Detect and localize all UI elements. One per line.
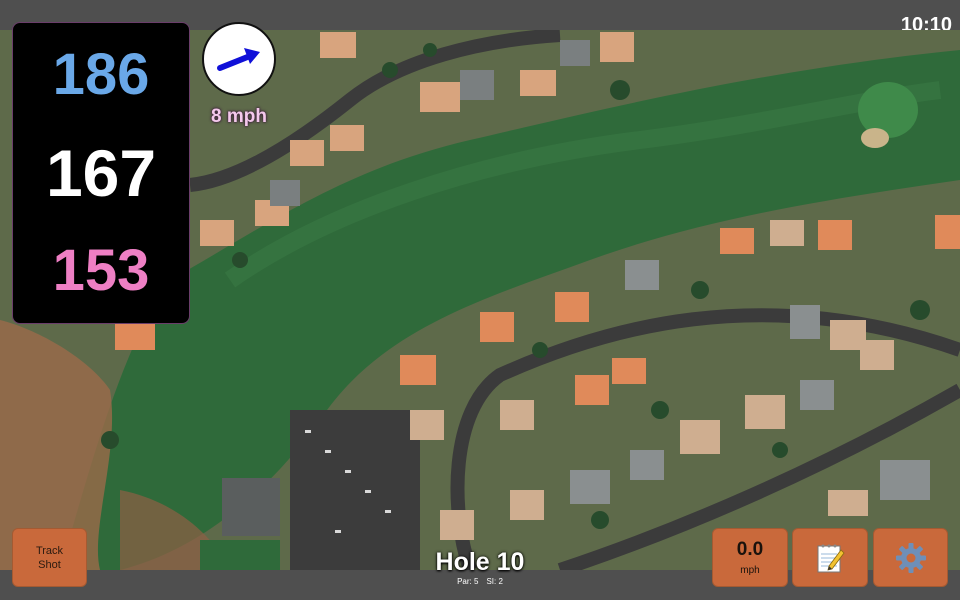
wind-speed-value: 0.0 bbox=[736, 539, 764, 560]
distance-middle-of-green: 167 bbox=[45, 136, 157, 210]
track-shot-button[interactable]: Track Shot bbox=[12, 528, 87, 587]
distance-back-of-green: 186 bbox=[52, 42, 150, 107]
wind-direction-arrow-icon bbox=[217, 48, 260, 71]
hole-stroke-index: SI: 2 bbox=[486, 577, 503, 586]
distance-panel: 186 167 153 bbox=[12, 22, 190, 324]
hole-title: Hole 10 bbox=[435, 548, 525, 576]
track-shot-label-line2: Shot bbox=[38, 558, 61, 571]
hole-details: Par: 5 SI: 2 bbox=[400, 577, 560, 586]
notes-button[interactable] bbox=[792, 528, 868, 587]
notepad-icon bbox=[817, 544, 845, 572]
track-shot-label-line1: Track bbox=[35, 544, 64, 557]
hole-par: Par: 5 bbox=[457, 577, 479, 586]
distance-front-of-green: 153 bbox=[52, 238, 150, 303]
settings-button[interactable] bbox=[873, 528, 948, 587]
gear-icon bbox=[895, 542, 926, 573]
hole-info: Hole 10 Par: 5 SI: 2 bbox=[400, 548, 560, 586]
wind-speed-label: 8 mph bbox=[211, 106, 267, 127]
wind-speed-button[interactable]: 0.0 mph bbox=[712, 528, 788, 587]
wind-direction-indicator bbox=[202, 22, 276, 96]
wind-speed-unit: mph bbox=[740, 565, 760, 576]
